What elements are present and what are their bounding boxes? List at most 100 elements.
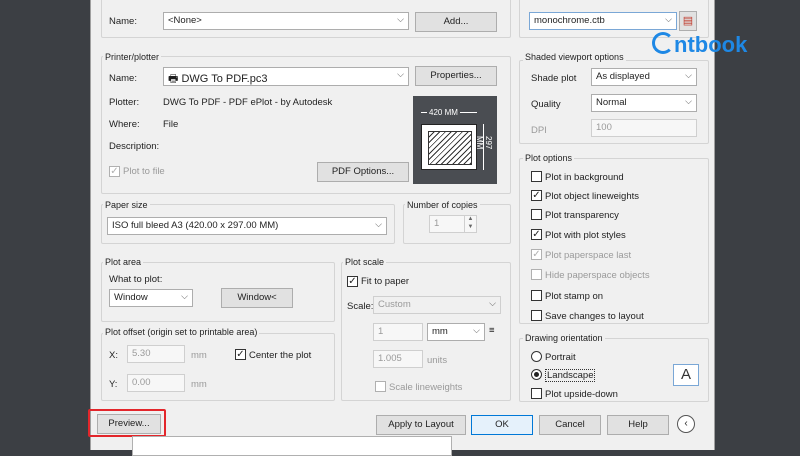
plot-offset-title: Plot offset (origin set to printable are… (103, 327, 260, 337)
landscape-label: Landscape (545, 369, 596, 382)
plot-in-background-checkbox[interactable] (531, 171, 542, 182)
plot-stamp-checkbox[interactable] (531, 290, 542, 301)
shade-plot-select[interactable]: As displayed ⌵ (591, 68, 697, 86)
page-setup-name-label: Name: (109, 16, 137, 27)
brand-logo: ntbook (650, 28, 770, 64)
scale-value-1[interactable]: 1 (373, 323, 423, 341)
orientation-icon: A (673, 364, 699, 386)
hide-paperspace-objects-checkbox[interactable] (531, 269, 542, 280)
center-plot-checkbox[interactable]: ✓ (235, 349, 246, 360)
x-offset-input[interactable]: 5.30 (127, 345, 185, 363)
copies-spinner[interactable]: ▲ ▼ (464, 215, 476, 233)
copies-input[interactable]: 1 ▲ ▼ (429, 215, 477, 233)
shade-plot-label: Shade plot (531, 73, 577, 84)
plot-with-plot-styles-checkbox[interactable]: ✓ (531, 229, 542, 240)
chevron-down-icon: ⌵ (397, 14, 404, 24)
plot-option-label: Save changes to layout (545, 311, 644, 322)
y-label: Y: (109, 379, 118, 390)
scale-label: Scale: (347, 301, 374, 312)
plot-scale-title: Plot scale (343, 257, 387, 267)
properties-button[interactable]: Properties... (415, 66, 497, 86)
scale-units-label: units (427, 355, 448, 366)
equals-icon: ≡ (489, 325, 495, 336)
plot-upside-down-checkbox[interactable] (531, 388, 542, 399)
plot-to-file-label: Plot to file (123, 166, 165, 177)
tooltip (132, 436, 452, 456)
dpi-label: DPI (531, 125, 547, 136)
what-to-plot-label: What to plot: (109, 274, 163, 285)
portrait-radio[interactable] (531, 351, 542, 362)
chevron-down-icon: ⌵ (473, 325, 480, 335)
x-unit: mm (191, 350, 207, 361)
center-plot-label: Center the plot (249, 350, 312, 361)
collapse-expand-icon[interactable]: ‹ (677, 415, 695, 433)
scale-lineweights-label: Scale lineweights (389, 382, 463, 393)
where-value: File (163, 119, 179, 130)
plot-transparency-checkbox[interactable] (531, 209, 542, 220)
chevron-down-icon: ⌵ (181, 291, 188, 301)
apply-to-layout-button[interactable]: Apply to Layout (376, 415, 466, 435)
where-label: Where: (109, 119, 140, 130)
quality-label: Quality (531, 99, 561, 110)
plot-option-label: Hide paperspace objects (545, 270, 650, 281)
x-label: X: (109, 350, 118, 361)
chevron-down-icon: ⌵ (489, 298, 496, 308)
paper-size-title: Paper size (103, 200, 150, 210)
landscape-radio[interactable] (531, 369, 542, 380)
plot-option-label: Plot paperspace last (545, 250, 632, 261)
what-to-plot-select[interactable]: Window ⌵ (109, 289, 193, 307)
plot-option-label: Plot with plot styles (545, 230, 626, 241)
scale-lineweights-checkbox[interactable] (375, 381, 386, 392)
plot-option-label: Plot transparency (545, 210, 619, 221)
scale-unit-select[interactable]: mm ⌵ (427, 323, 485, 341)
preview-highlight (88, 409, 166, 437)
page-setup-name-select[interactable]: <None> ⌵ (163, 12, 409, 30)
plotter-label: Plotter: (109, 97, 140, 108)
chevron-down-icon: ⌵ (685, 96, 692, 106)
plot-to-file-checkbox[interactable]: ✓ (109, 166, 120, 177)
paper-sheet (421, 124, 477, 170)
cancel-button[interactable]: Cancel (539, 415, 601, 435)
height-dimension-label: 297 MM (475, 136, 493, 150)
logo-mark-icon (652, 32, 674, 54)
plot-upside-down-label: Plot upside-down (545, 389, 618, 400)
width-dimension-label: 420 MM (427, 108, 460, 117)
portrait-label: Portrait (545, 352, 576, 363)
paper-preview: 420 MM 297 MM (413, 96, 497, 184)
plot-area-title: Plot area (103, 257, 144, 267)
logo-text: ntbook (674, 32, 748, 57)
fit-to-paper-label: Fit to paper (361, 276, 410, 287)
description-label: Description: (109, 141, 160, 152)
chevron-down-icon: ⌵ (397, 69, 404, 79)
add-button[interactable]: Add... (415, 12, 497, 32)
plot-dialog: Name: <None> ⌵ Add... monochrome.ctb ⌵ ▤ P… (90, 0, 715, 450)
chevron-down-icon: ⌵ (665, 14, 672, 24)
fit-to-paper-checkbox[interactable]: ✓ (347, 276, 358, 287)
plot-option-label: Plot stamp on (545, 291, 604, 302)
pdf-options-button[interactable]: PDF Options... (317, 162, 409, 182)
ok-button[interactable]: OK (471, 415, 533, 435)
window-button[interactable]: Window< (221, 288, 293, 308)
plot-object-lineweights-checkbox[interactable]: ✓ (531, 190, 542, 201)
y-offset-input[interactable]: 0.00 (127, 374, 185, 392)
orientation-title: Drawing orientation (523, 333, 605, 343)
plot-option-label: Plot in background (545, 172, 624, 183)
plot-options-title: Plot options (523, 153, 575, 163)
chevron-down-icon: ⌵ (375, 219, 382, 229)
quality-select[interactable]: Normal ⌵ (591, 94, 697, 112)
chevron-down-icon: ⌵ (685, 70, 692, 80)
scale-value-2[interactable]: 1.005 (373, 350, 423, 368)
plotter-value: DWG To PDF - PDF ePlot - by Autodesk (163, 97, 333, 108)
printer-plotter-title: Printer/plotter (103, 52, 162, 62)
paper-size-select[interactable]: ISO full bleed A3 (420.00 x 297.00 MM) ⌵ (107, 217, 387, 235)
shaded-title: Shaded viewport options (523, 52, 626, 62)
plot-paperspace-last-checkbox[interactable]: ✓ (531, 249, 542, 260)
copies-title: Number of copies (405, 200, 480, 210)
printer-name-select[interactable]: 🖶 DWG To PDF.pc3 ⌵ (163, 67, 409, 86)
save-changes-checkbox[interactable] (531, 310, 542, 321)
dpi-input[interactable]: 100 (591, 119, 697, 137)
printer-name-label: Name: (109, 73, 137, 84)
help-button[interactable]: Help (607, 415, 669, 435)
y-unit: mm (191, 379, 207, 390)
scale-select[interactable]: Custom ⌵ (373, 296, 501, 314)
